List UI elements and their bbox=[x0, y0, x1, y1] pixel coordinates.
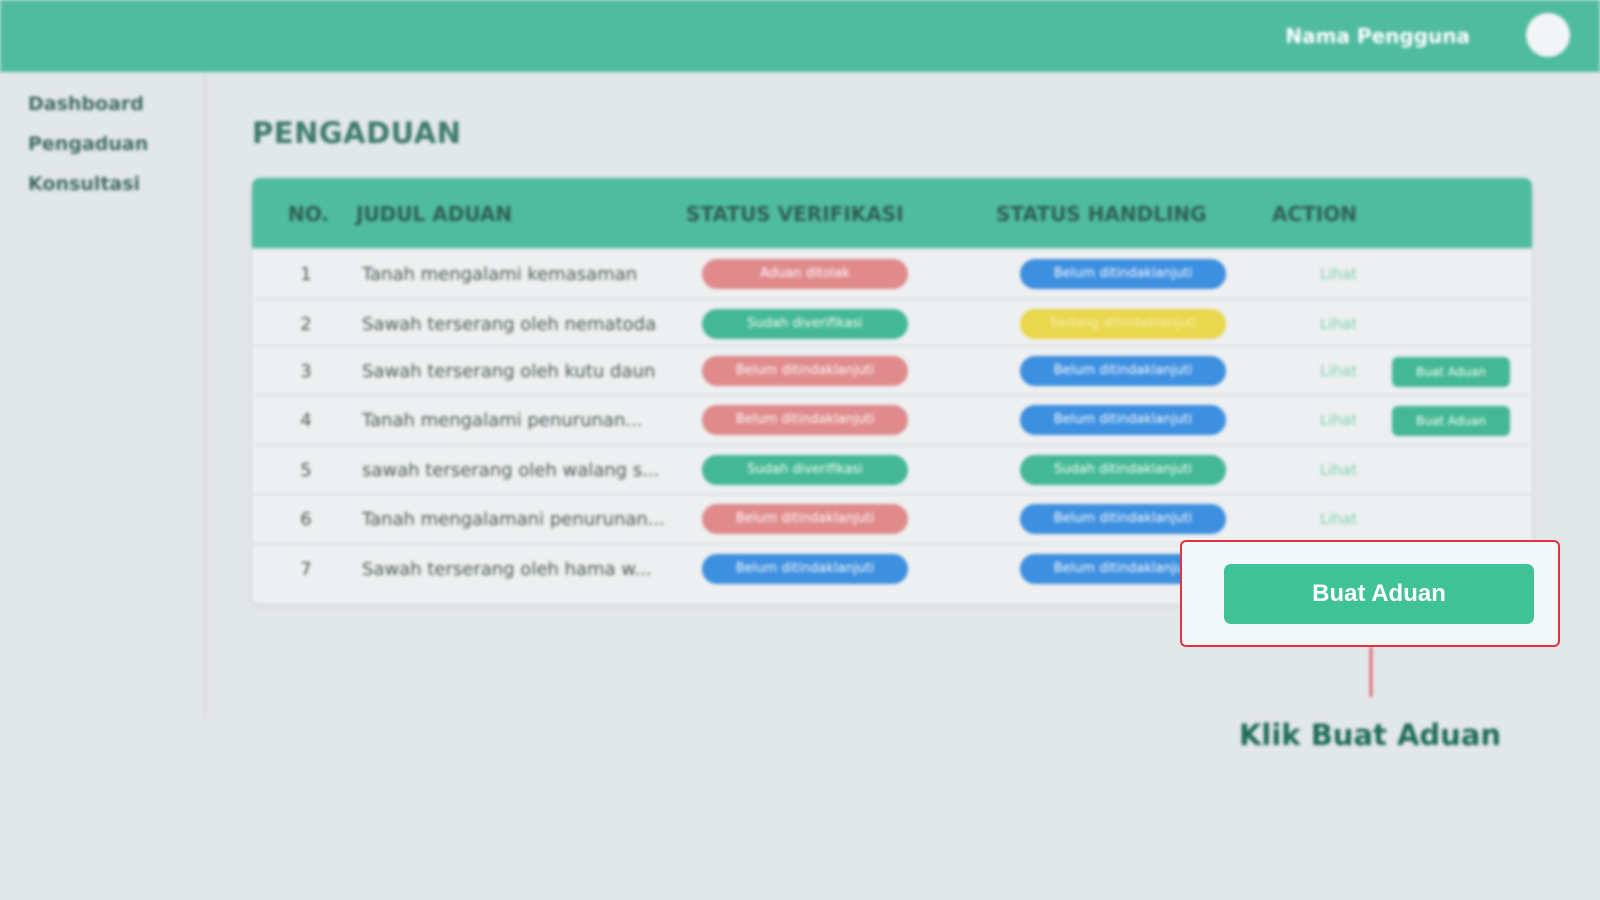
view-link[interactable]: Lihat bbox=[1320, 265, 1357, 283]
row-number: 3 bbox=[300, 361, 312, 382]
complaint-title: Tanah mengalamani penurunan... bbox=[362, 509, 665, 530]
table-row: 6 Tanah mengalamani penurunan... Belum dit… bbox=[252, 493, 1532, 544]
user-name[interactable]: Nama Pengguna bbox=[1285, 24, 1470, 48]
row-number: 7 bbox=[300, 559, 312, 580]
sidebar: Dashboard Pengaduan Konsultasi bbox=[0, 72, 206, 720]
complaint-title: Sawah terserang oleh hama w... bbox=[362, 559, 652, 580]
callout-instruction: Klik Buat Aduan bbox=[1238, 718, 1502, 752]
row-number: 1 bbox=[300, 264, 312, 285]
verification-status-badge: Aduan ditolak bbox=[702, 259, 908, 289]
handling-status-badge: Belum ditindaklanjuti bbox=[1020, 504, 1226, 534]
create-complaint-button[interactable]: Buat Aduan bbox=[1224, 564, 1534, 624]
column-header-handling: STATUS HANDLING bbox=[996, 202, 1207, 226]
complaint-title: Tanah mengalami penurunan... bbox=[362, 410, 643, 431]
row-number: 4 bbox=[300, 410, 312, 431]
column-header-verification: STATUS VERIFIKASI bbox=[686, 202, 904, 226]
handling-status-badge: Belum ditindaklanjuti bbox=[1020, 259, 1226, 289]
column-header-no: NO. bbox=[288, 202, 329, 226]
row-create-complaint-button[interactable]: Buat Aduan bbox=[1392, 357, 1510, 387]
app-screen: Nama Pengguna Dashboard Pengaduan Konsul… bbox=[0, 0, 1600, 900]
table-header: NO. JUDUL ADUAN STATUS VERIFIKASI STATUS… bbox=[252, 178, 1532, 248]
complaint-title: Sawah terserang oleh kutu daun bbox=[362, 361, 656, 382]
sidebar-item-pengaduan[interactable]: Pengaduan bbox=[28, 124, 204, 164]
handling-status-badge: Sudah ditindaklanjuti bbox=[1020, 455, 1226, 485]
verification-status-badge: Belum ditindaklanjuti bbox=[702, 405, 908, 435]
callout-connector bbox=[1370, 647, 1372, 697]
callout-highlight: Buat Aduan bbox=[1180, 540, 1560, 647]
row-create-complaint-button[interactable]: Buat Aduan bbox=[1392, 406, 1510, 436]
page-title: PENGADUAN bbox=[252, 116, 462, 150]
row-number: 5 bbox=[300, 460, 312, 481]
verification-status-badge: Sudah diverifikasi bbox=[702, 309, 908, 339]
column-header-title: JUDUL ADUAN bbox=[356, 202, 513, 226]
row-number: 6 bbox=[300, 509, 312, 530]
sidebar-item-dashboard[interactable]: Dashboard bbox=[28, 84, 204, 124]
view-link[interactable]: Lihat bbox=[1320, 461, 1357, 479]
avatar[interactable] bbox=[1526, 13, 1570, 57]
complaint-title: Sawah terserang oleh nematoda bbox=[362, 314, 657, 335]
top-bar: Nama Pengguna bbox=[0, 0, 1600, 72]
view-link[interactable]: Lihat bbox=[1320, 510, 1357, 528]
view-link[interactable]: Lihat bbox=[1320, 362, 1357, 380]
handling-status-badge: Belum ditindaklanjuti bbox=[1020, 356, 1226, 386]
sidebar-item-konsultasi[interactable]: Konsultasi bbox=[28, 164, 204, 204]
verification-status-badge: Belum ditindaklanjuti bbox=[702, 356, 908, 386]
complaint-title: Tanah mengalami kemasaman bbox=[362, 264, 638, 285]
table-row: 3 Sawah terserang oleh kutu daun Belum dit… bbox=[252, 345, 1532, 396]
table-row: 4 Tanah mengalami penurunan... Belum ditin… bbox=[252, 394, 1532, 445]
verification-status-badge: Belum ditindaklanjuti bbox=[702, 554, 908, 584]
complaint-title: sawah terserang oleh walang s... bbox=[362, 460, 660, 481]
handling-status-badge: Belum ditindaklanjuti bbox=[1020, 405, 1226, 435]
verification-status-badge: Sudah diverifikasi bbox=[702, 455, 908, 485]
column-header-action: ACTION bbox=[1272, 202, 1357, 226]
table-row: 2 Sawah terserang oleh nematoda Sudah dive… bbox=[252, 298, 1532, 349]
view-link[interactable]: Lihat bbox=[1320, 411, 1357, 429]
view-link[interactable]: Lihat bbox=[1320, 315, 1357, 333]
table-row: 1 Tanah mengalami kemasaman Aduan ditolak B… bbox=[252, 248, 1532, 299]
verification-status-badge: Belum ditindaklanjuti bbox=[702, 504, 908, 534]
table-row: 5 sawah terserang oleh walang s... Sudah d… bbox=[252, 444, 1532, 495]
handling-status-badge: Sedang ditindaklanjuti bbox=[1020, 309, 1226, 339]
row-number: 2 bbox=[300, 314, 312, 335]
